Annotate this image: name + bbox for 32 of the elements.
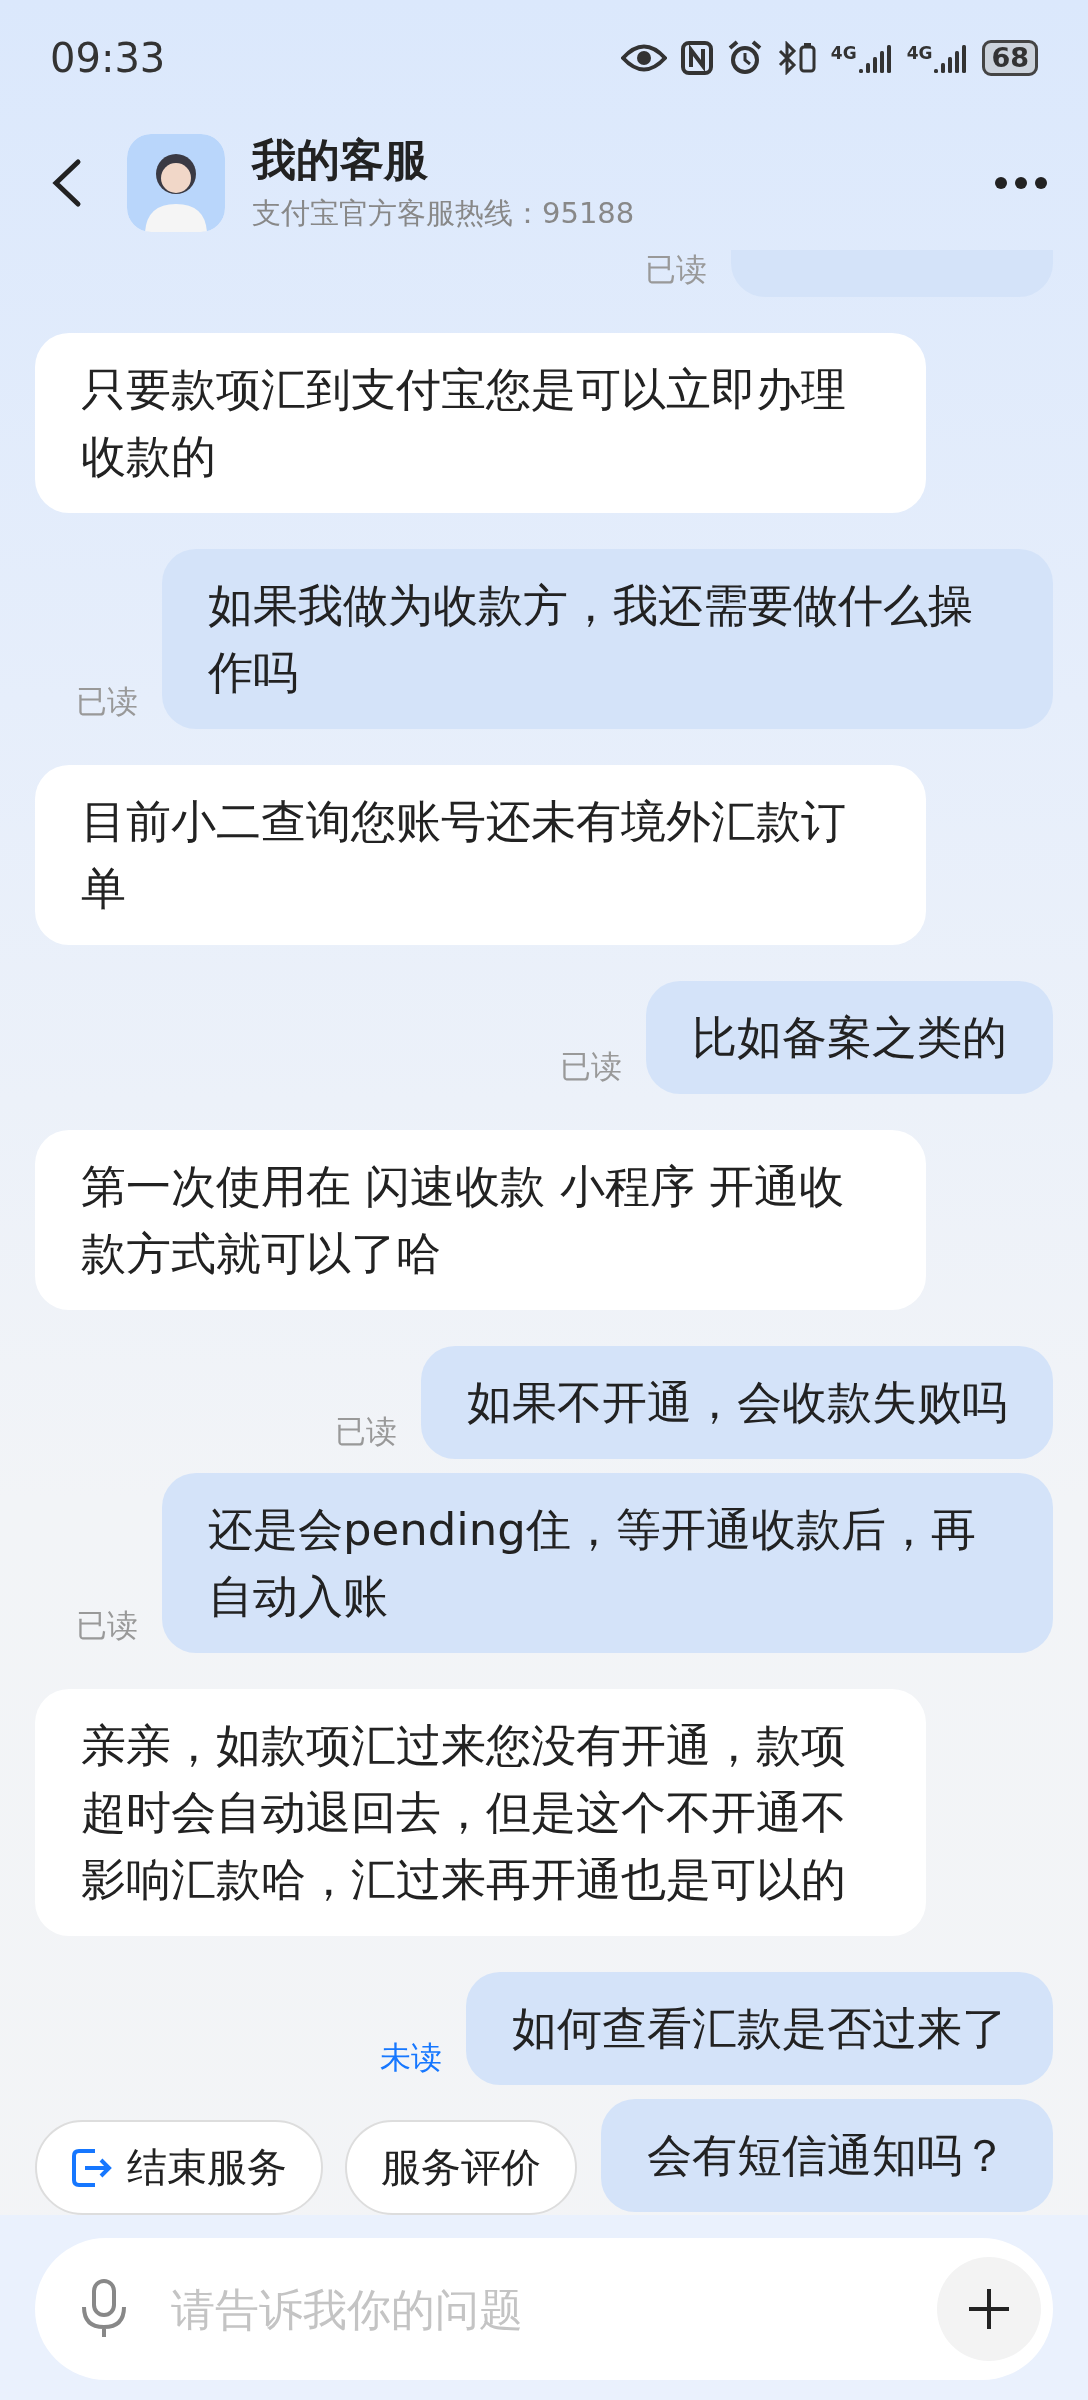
sent-message: 如果不开通，会收款失败吗 xyxy=(421,1346,1053,1459)
read-status: 未读 xyxy=(380,2038,442,2077)
read-status: 已读 xyxy=(335,1412,397,1451)
read-status: 已读 xyxy=(76,682,138,721)
sent-message: 会有短信通知吗？ xyxy=(601,2099,1053,2212)
hotline-subtitle: 支付宝官方客服热线：95188 xyxy=(252,195,636,232)
microphone-icon[interactable] xyxy=(79,2279,129,2339)
battery-indicator: 68 xyxy=(982,39,1038,76)
quick-action-button[interactable]: 结束服务 xyxy=(35,2120,323,2215)
chat-title: 我的客服 xyxy=(252,133,429,187)
plus-icon xyxy=(967,2287,1011,2331)
quick-action-button[interactable]: 服务评价 xyxy=(345,2120,577,2215)
sent-message: 比如备案之类的 xyxy=(646,981,1053,1094)
more-icon[interactable] xyxy=(994,175,1048,190)
received-message: 只要款项汇到支付宝您是可以立即办理收款的 xyxy=(35,333,926,513)
sent-message: 还是会pending住，等开通收款后，再自动入账 xyxy=(162,1473,1053,1653)
read-status: 已读 xyxy=(76,1606,138,1645)
nfc-icon xyxy=(680,40,713,75)
exit-icon xyxy=(71,2147,113,2188)
received-message: 亲亲，如款项汇过来您没有开通，款项超时会自动退回去，但是这个不开通不影响汇款哈，汇过来再开通也是可以的 xyxy=(35,1689,926,1936)
received-message: 目前小二查询您账号还未有境外汇款订单 xyxy=(35,765,926,945)
message-field[interactable]: 请告诉我你的问题 xyxy=(35,2238,1053,2380)
sent-message: 如何查看汇款是否过来了 xyxy=(466,1972,1053,2085)
sent-message: 如果我做为收款方，我还需要做什么操作吗 xyxy=(162,549,1053,729)
received-message: 第一次使用在 闪速收款 小程序 开通收款方式就可以了哈 xyxy=(35,1130,926,1310)
status-time: 09:33 xyxy=(50,34,166,81)
alarm-icon xyxy=(726,39,763,76)
eye-icon xyxy=(620,42,667,73)
avatar-icon xyxy=(127,133,225,232)
read-status: 已读 xyxy=(560,1047,622,1086)
read-status: 已读 xyxy=(645,250,707,289)
bluetooth-icon xyxy=(776,40,817,75)
